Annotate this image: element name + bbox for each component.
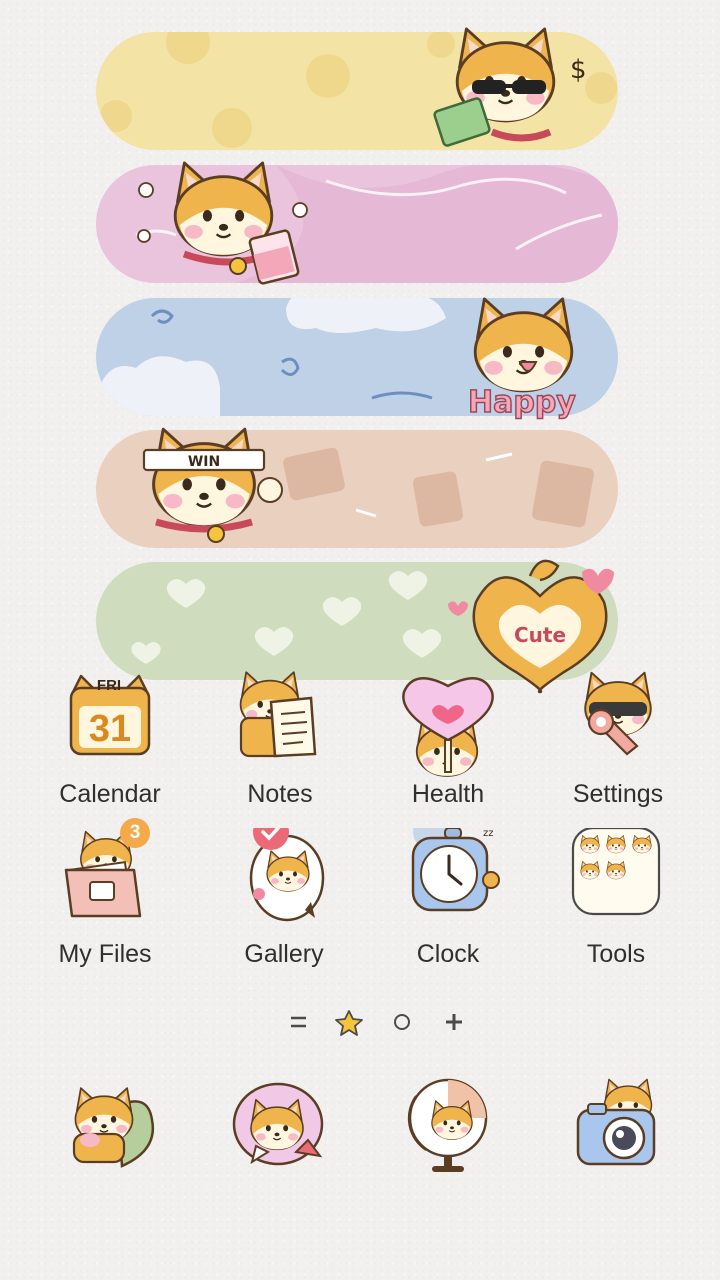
browser-icon: [407, 1078, 488, 1172]
shiba-win-sticker: WIN: [142, 427, 283, 543]
app-label: Gallery: [244, 940, 324, 968]
app-label: Notes: [247, 780, 313, 808]
camera-icon: [576, 1078, 656, 1166]
dollar-right: $: [570, 55, 587, 85]
notification-badge: 3: [120, 818, 150, 848]
app-label: Settings: [572, 780, 664, 808]
app-health[interactable]: Health: [363, 668, 533, 809]
health-icon: [402, 677, 494, 777]
tools-icon: [571, 826, 661, 916]
phone-icon: [72, 1087, 155, 1168]
win-headband-text: WIN: [188, 454, 220, 470]
dock-browser[interactable]: [396, 1076, 506, 1186]
dock-camera[interactable]: [570, 1076, 680, 1186]
app-tools[interactable]: Tools: [531, 826, 701, 969]
app-clock[interactable]: zz Clock: [363, 814, 533, 969]
circle-icon[interactable]: [394, 1014, 410, 1030]
menu-icon[interactable]: [291, 1016, 306, 1028]
calendar-date: 31: [89, 708, 131, 750]
app-gallery[interactable]: Gallery: [199, 814, 369, 969]
gallery-icon: [249, 814, 325, 922]
messages-icon: [232, 1082, 324, 1166]
clock-icon: zz: [411, 814, 500, 912]
app-label: Tools: [586, 940, 646, 968]
dock-phone[interactable]: [56, 1076, 166, 1186]
cute-label: Cute: [514, 623, 566, 647]
app-notes[interactable]: Notes: [195, 668, 365, 809]
svg-text:zz: zz: [483, 828, 494, 839]
settings-icon: [584, 671, 652, 756]
app-label: Calendar: [59, 780, 161, 808]
shiba-money-sticker: $ $: [433, 27, 587, 147]
app-settings[interactable]: Settings: [533, 668, 703, 809]
app-label: Health: [411, 780, 485, 808]
app-my-files[interactable]: 3 My Files: [20, 818, 190, 969]
dock-messages[interactable]: [226, 1076, 336, 1186]
shiba-happy-sticker: Happy: [467, 297, 577, 421]
shiba-drink-sticker: [137, 161, 308, 285]
star-icon[interactable]: [335, 1010, 363, 1036]
app-calendar[interactable]: FRI 31 Calendar: [25, 668, 195, 809]
app-label: Clock: [416, 940, 480, 968]
notes-icon: [239, 671, 317, 758]
calendar-day: FRI: [97, 677, 121, 694]
happy-label: Happy: [468, 385, 576, 420]
plus-icon[interactable]: [446, 1014, 462, 1030]
calendar-icon: FRI 31: [69, 674, 151, 756]
app-label: My Files: [58, 940, 152, 968]
page-indicator: [0, 1008, 720, 1038]
